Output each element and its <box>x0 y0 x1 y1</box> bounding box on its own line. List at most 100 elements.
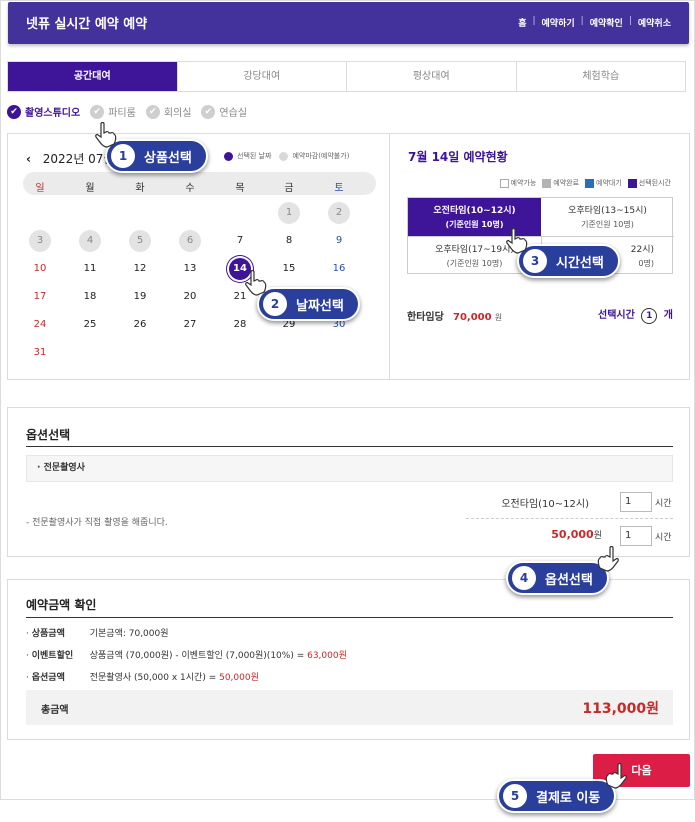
callout-date-select: 2 날짜선택 <box>257 287 360 321</box>
amount-row-discount: · 이벤트할인 상품금액 (70,000원) - 이벤트할인 (7,000원)(1… <box>26 648 347 661</box>
product-label: 회의실 <box>163 108 192 119</box>
time-slot-afternoon1[interactable]: 오후타임(13~15시) 기준인원 10명) <box>541 198 674 236</box>
calendar-day[interactable]: 26 <box>129 314 151 336</box>
total-value: 113,000원 <box>582 701 659 717</box>
calendar-day[interactable]: 12 <box>129 258 151 280</box>
calendar-day: 2 <box>328 202 350 224</box>
calendar-header: ‹ 2022년 07월 <box>26 150 115 167</box>
time-price-row: 한타임당 70,000 원 선택시간 1 개 <box>407 306 673 324</box>
amount-row-result: 63,000원 <box>307 651 347 661</box>
callout-go-payment: 5 결제로 이동 <box>497 779 617 813</box>
total-box: 총금액 113,000원 <box>26 690 673 725</box>
calendar-day[interactable]: 15 <box>278 258 300 280</box>
product-meetingroom[interactable]: ✔ 회의실 <box>145 104 192 119</box>
top-header: 넷퓨 실시간 예약 예약 홈 | 예약하기 | 예약확인 | 예약취소 <box>8 2 689 44</box>
amount-row-value: 기본금액: 70,000원 <box>89 629 169 639</box>
time-status-title: 7월 14일 예약현황 <box>408 150 508 164</box>
calendar-day[interactable]: 8 <box>278 230 300 252</box>
legend-item: 예약대기 <box>585 178 622 188</box>
product-partyroom[interactable]: ✔ 파티룸 <box>90 104 136 119</box>
weekday-label: 화 <box>135 183 145 194</box>
calendar-day[interactable]: 20 <box>179 286 201 308</box>
check-icon: ✔ <box>201 104 216 119</box>
weekday-label: 목 <box>235 183 245 194</box>
calendar-day[interactable]: 24 <box>29 314 51 336</box>
weekday-label: 수 <box>185 183 195 194</box>
callout-option-select: 4 옵션선택 <box>506 561 609 595</box>
callout-number: 5 <box>503 784 527 808</box>
option-qty-input[interactable]: 1 <box>620 492 652 512</box>
tab-space-rental[interactable]: 공간대여 <box>8 62 177 91</box>
calendar-day[interactable]: 10 <box>29 258 51 280</box>
check-icon: ✔ <box>145 104 160 119</box>
unit-price-suffix: 원 <box>494 312 503 322</box>
weekday-label: 금 <box>284 183 294 194</box>
product-practiceroom[interactable]: ✔ 연습실 <box>201 104 247 119</box>
calendar-day[interactable]: 11 <box>79 258 101 280</box>
option-qty-input-2[interactable]: 1 <box>620 526 652 546</box>
product-label: 연습실 <box>219 108 248 119</box>
calendar-day[interactable]: 31 <box>29 342 51 364</box>
nav-check[interactable]: 예약확인 <box>590 16 623 29</box>
calendar-day: 1 <box>278 202 300 224</box>
calendar-month: 2022년 07월 <box>42 152 115 166</box>
hand-pointer-icon <box>506 228 528 254</box>
option-qty-unit-2: 시간 <box>655 533 672 543</box>
option-dash-divider <box>466 518 673 519</box>
total-label: 총금액 <box>41 705 69 716</box>
amount-section: 예약금액 확인 · 상품금액 기본금액: 70,000원 · 이벤트할인 상품금액 … <box>7 579 690 740</box>
calendar-day: 3 <box>29 230 51 252</box>
hand-pointer-icon <box>597 546 619 572</box>
legend-selected-label: 선택된 날짜 <box>237 152 272 160</box>
amount-row-result: 50,000원 <box>219 673 259 683</box>
unit-price-value: 70,000 <box>453 311 492 323</box>
weekday-label: 월 <box>85 183 95 194</box>
check-icon: ✔ <box>90 104 105 119</box>
amount-row-option: · 옵션금액 전문촬영사 (50,000 x 1시간) = 50,000원 <box>26 670 259 683</box>
check-icon: ✔ <box>7 104 21 119</box>
selected-count-label: 선택시간 <box>598 310 635 321</box>
tab-platform-rental[interactable]: 평상대여 <box>346 62 516 91</box>
calendar-day[interactable]: 9 <box>328 230 350 252</box>
unit-price-label: 한타임당 <box>407 311 444 323</box>
calendar-day[interactable]: 27 <box>179 314 201 336</box>
weekday-label: 토 <box>334 183 344 194</box>
product-studio[interactable]: ✔ 촬영스튜디오 <box>7 104 80 119</box>
calendar-day: 4 <box>79 230 101 252</box>
callout-text: 상품선택 <box>144 150 192 166</box>
calendar-day[interactable]: 13 <box>179 258 201 280</box>
selected-count-suffix: 개 <box>663 310 673 321</box>
legend-closed-label: 예약마감(예약불가) <box>292 152 350 160</box>
callout-text: 시간선택 <box>556 255 604 271</box>
legend-item: 선택된시간 <box>627 178 671 188</box>
calendar-day[interactable]: 16 <box>328 258 350 280</box>
option-price-suffix: 원 <box>593 531 602 541</box>
tab-hall-rental[interactable]: 강당대여 <box>176 62 347 91</box>
nav-reserve[interactable]: 예약하기 <box>542 16 575 29</box>
product-label: 파티룸 <box>108 108 136 119</box>
nav-separator: | <box>628 16 632 26</box>
amount-row-value: 전문촬영사 (50,000 x 1시간) = <box>89 673 220 683</box>
option-item[interactable]: · 전문촬영사 <box>26 455 673 482</box>
weekday-label: 일 <box>35 183 45 194</box>
selected-count-value: 1 <box>641 308 658 324</box>
product-label: 촬영스튜디오 <box>25 108 81 119</box>
calendar-day[interactable]: 25 <box>79 314 101 336</box>
nav-home[interactable]: 홈 <box>518 16 526 29</box>
tab-experience[interactable]: 체험학습 <box>515 62 686 91</box>
slot-name: 오후타임(13~15시) <box>568 206 647 216</box>
legend-item: 예약가능 <box>499 178 536 188</box>
calendar-day[interactable]: 28 <box>229 314 251 336</box>
hand-pointer-icon <box>245 270 267 296</box>
amount-row-label: 이벤트할인 <box>31 651 74 661</box>
amount-title: 예약금액 확인 <box>26 598 97 612</box>
chevron-left-icon[interactable]: ‹ <box>26 152 31 166</box>
calendar-day[interactable]: 18 <box>79 286 101 308</box>
calendar-day[interactable]: 19 <box>129 286 151 308</box>
calendar-day[interactable]: 17 <box>29 286 51 308</box>
calendar-day: 5 <box>129 230 151 252</box>
callout-product-select: 1 상품선택 <box>105 139 208 173</box>
nav-cancel[interactable]: 예약취소 <box>638 16 671 29</box>
callout-text: 결제로 이동 <box>536 790 601 806</box>
calendar-day[interactable]: 7 <box>229 230 251 252</box>
